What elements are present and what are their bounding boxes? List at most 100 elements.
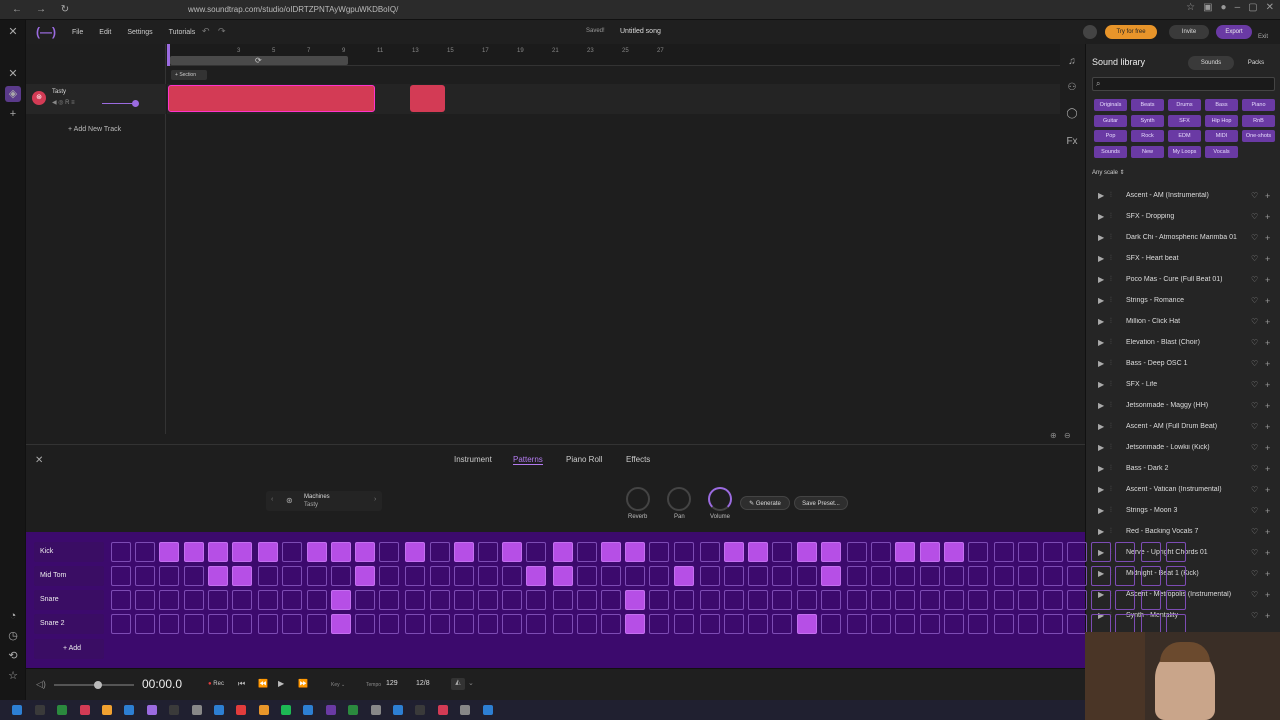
sequencer-step[interactable] (994, 614, 1015, 634)
sequencer-step[interactable] (330, 590, 351, 610)
sequencer-step[interactable] (526, 542, 547, 562)
sequencer-step[interactable] (502, 542, 523, 562)
play-icon[interactable]: ▶ (1098, 506, 1108, 515)
sequencer-step[interactable] (232, 590, 252, 610)
library-item[interactable]: ▶ ⫶ Dark Chi - Atmospheric Marimba 01 ♡ + (1086, 227, 1280, 248)
x-icon[interactable]: ✕ (5, 66, 21, 82)
library-tag[interactable]: Guitar (1094, 114, 1127, 127)
sequencer-step[interactable] (796, 590, 817, 610)
taskbar-app-icon[interactable] (303, 705, 314, 715)
library-item[interactable]: ▶ ⫶ Jetsonmade - Maggy (HH) ♡ + (1086, 395, 1280, 416)
sequencer-step[interactable] (526, 614, 547, 634)
sequencer-step[interactable] (943, 590, 964, 610)
sequencer-step[interactable] (478, 566, 498, 586)
track-lane[interactable] (167, 84, 1060, 114)
add-to-project-icon[interactable]: + (1265, 254, 1280, 264)
sequencer-step[interactable] (1115, 542, 1136, 562)
app-icon[interactable]: ◈ (5, 86, 21, 102)
soundtrap-logo[interactable]: (—) (36, 25, 56, 39)
play-icon[interactable]: ▶ (1098, 296, 1108, 305)
settings-toggle-icon[interactable] (1083, 25, 1097, 39)
sequencer-step[interactable] (355, 614, 375, 634)
sequencer-step[interactable] (429, 590, 450, 610)
favorite-icon[interactable]: ♡ (1251, 422, 1265, 431)
sequencer-step[interactable] (699, 566, 720, 586)
sequencer-step[interactable] (552, 542, 573, 562)
favorite-icon[interactable]: ♡ (1251, 506, 1265, 515)
sequencer-step[interactable] (1141, 614, 1162, 634)
favorite-icon[interactable]: ♡ (1251, 317, 1265, 326)
sequencer-step[interactable] (282, 614, 303, 634)
history-icon[interactable]: ⟲ (5, 648, 21, 664)
close-editor-icon[interactable]: ✕ (35, 455, 43, 466)
rewind-icon[interactable]: ⏪ (258, 679, 268, 688)
sequencer-step[interactable] (282, 542, 303, 562)
sequencer-step[interactable] (306, 542, 327, 562)
taskbar-app-icon[interactable] (281, 705, 292, 715)
reverb-knob[interactable] (626, 487, 650, 511)
loop-icon[interactable]: ⟳ (255, 56, 262, 65)
library-tag[interactable]: Synth (1131, 114, 1164, 127)
sequencer-step[interactable] (724, 614, 744, 634)
taskbar-app-icon[interactable] (57, 705, 68, 715)
sequencer-step[interactable] (673, 590, 694, 610)
sequencer-step[interactable] (258, 614, 279, 634)
play-icon[interactable]: ▶ (1098, 443, 1108, 452)
sequencer-step[interactable] (625, 542, 646, 562)
library-item[interactable]: ▶ ⫶ Strings - Moon 3 ♡ + (1086, 500, 1280, 521)
sequencer-step[interactable] (1066, 614, 1087, 634)
machine-selector[interactable]: ‹ ⊛ Machines Tasty › (266, 491, 382, 511)
favorite-icon[interactable]: ♡ (1251, 590, 1265, 599)
sequencer-step[interactable] (968, 542, 988, 562)
taskbar-app-icon[interactable] (460, 705, 471, 715)
exit-button[interactable]: Exit (1258, 34, 1268, 40)
library-tag[interactable]: Sounds (1094, 145, 1127, 158)
library-item[interactable]: ▶ ⫶ Bass - Dark 2 ♡ + (1086, 458, 1280, 479)
favorite-icon[interactable]: ♡ (1251, 485, 1265, 494)
sequencer-step[interactable] (306, 566, 327, 586)
add-to-project-icon[interactable]: + (1265, 590, 1280, 600)
sequencer-step[interactable] (994, 542, 1015, 562)
taskbar-app-icon[interactable] (258, 705, 269, 715)
reload-icon[interactable]: ↻ (58, 4, 72, 15)
sequencer-step[interactable] (748, 590, 769, 610)
sequencer-step[interactable] (135, 614, 156, 634)
sequencer-step[interactable] (871, 542, 892, 562)
sequencer-step[interactable] (207, 614, 228, 634)
sequencer-step[interactable] (1115, 566, 1136, 586)
sequencer-step[interactable] (847, 542, 867, 562)
library-tag[interactable]: Vocals (1205, 145, 1238, 158)
sequencer-step[interactable] (895, 542, 916, 562)
tab-patterns[interactable]: Patterns (513, 455, 543, 465)
play-icon[interactable]: ▶ (1098, 380, 1108, 389)
sequencer-row-label[interactable]: Kick (34, 542, 104, 562)
favorite-icon[interactable]: ♡ (1251, 527, 1265, 536)
sequencer-step[interactable] (306, 614, 327, 634)
taskbar-app-icon[interactable] (482, 705, 493, 715)
play-icon[interactable]: ▶ (1098, 464, 1108, 473)
taskbar-app-icon[interactable] (370, 705, 381, 715)
favorite-icon[interactable]: ♡ (1251, 443, 1265, 452)
add-to-project-icon[interactable]: + (1265, 212, 1280, 222)
library-item[interactable]: ▶ ⫶ Ascent - AM (Instrumental) ♡ + (1086, 185, 1280, 206)
sequencer-step[interactable] (772, 566, 793, 586)
close-window-icon[interactable]: ✕ (1266, 2, 1274, 13)
play-icon[interactable]: ▶ (1098, 254, 1108, 263)
track-name[interactable]: Tasty (52, 89, 66, 95)
library-item[interactable]: ▶ ⫶ Poco Mas - Cure (Full Beat 01) ♡ + (1086, 269, 1280, 290)
sequencer-row-label[interactable]: Mid Tom (34, 566, 104, 586)
tempo-value[interactable]: 129 (386, 680, 398, 687)
sequencer-step[interactable] (1165, 614, 1186, 634)
tab-instrument[interactable]: Instrument (454, 455, 492, 464)
library-tag[interactable]: Bass (1205, 99, 1238, 111)
taskbar-app-icon[interactable] (169, 705, 180, 715)
address-bar[interactable]: www.soundtrap.com/studio/oIDRTZPNTAyWgpu… (150, 3, 398, 17)
sequencer-step[interactable] (796, 566, 817, 586)
sequencer-step[interactable] (135, 542, 156, 562)
taskbar-app-icon[interactable] (191, 705, 202, 715)
sequencer-step[interactable] (625, 614, 646, 634)
add-to-project-icon[interactable]: + (1265, 485, 1280, 495)
packs-tab[interactable]: Packs (1236, 56, 1276, 70)
pattern-clip[interactable] (168, 85, 375, 112)
menu-file[interactable]: File (72, 29, 83, 36)
